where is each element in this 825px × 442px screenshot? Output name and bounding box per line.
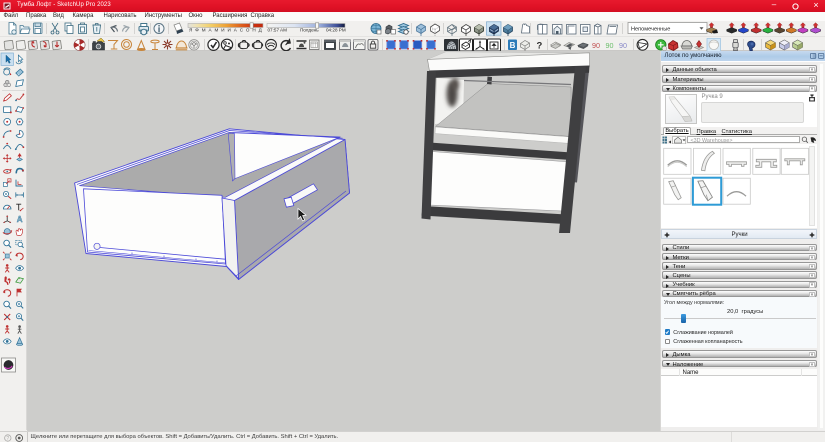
- svg-text:ЯФМАМИИАСОНД: ЯФМАМИИАСОНД: [189, 27, 265, 32]
- svg-text:Полдень: Полдень: [300, 27, 319, 32]
- svg-text:90: 90: [592, 41, 600, 50]
- svg-text:B: B: [510, 40, 516, 49]
- svg-text:?: ?: [6, 436, 9, 442]
- svg-text:07:57 AM: 07:57 AM: [268, 27, 288, 32]
- svg-text:Непомеченные: Непомеченные: [631, 26, 670, 32]
- svg-text:A: A: [17, 215, 23, 224]
- svg-text:90: 90: [606, 41, 614, 50]
- svg-text:04:28 PM: 04:28 PM: [326, 27, 346, 32]
- svg-text:90: 90: [619, 41, 627, 50]
- svg-text:?: ?: [537, 40, 543, 51]
